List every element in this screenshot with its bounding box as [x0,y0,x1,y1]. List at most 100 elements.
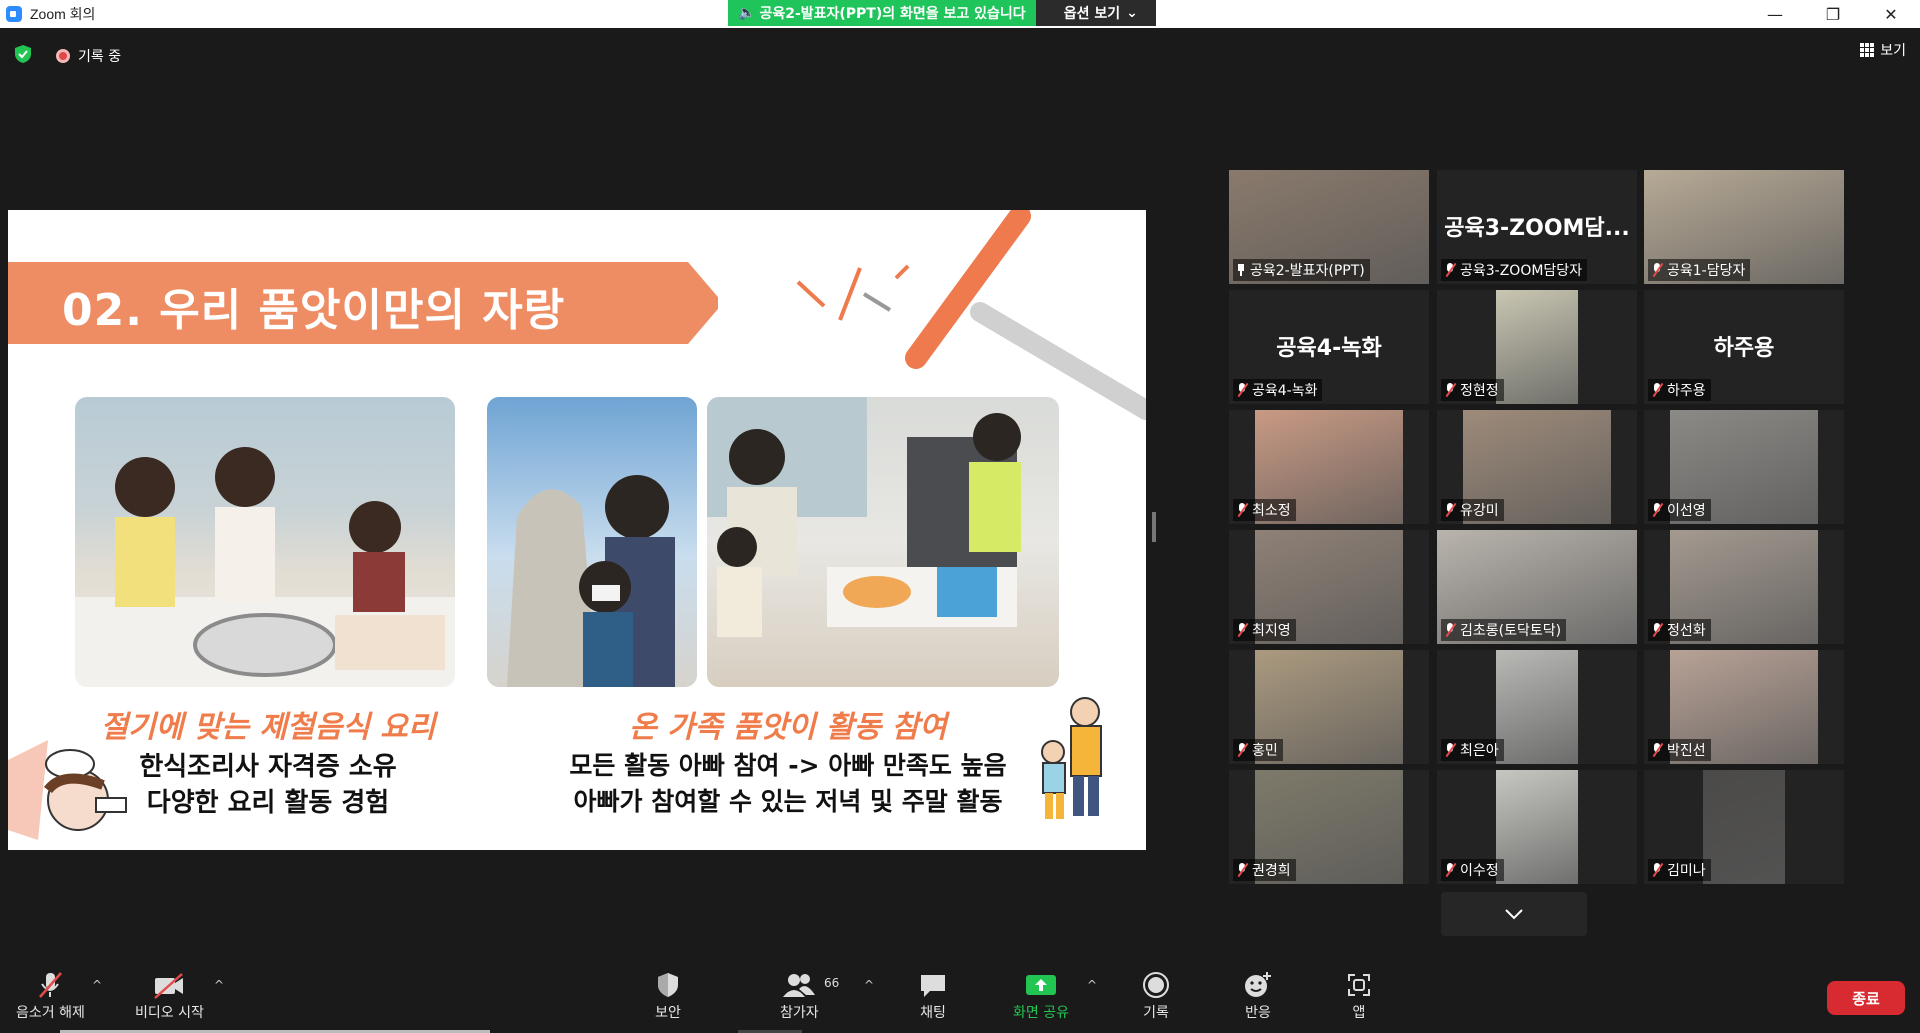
participants-count: 66 [824,976,840,990]
participant-name-label: 공육1-담당자 [1648,259,1751,281]
cooking-photo [75,397,455,687]
view-button[interactable]: 보기 [1860,40,1906,60]
participant-tile[interactable]: 최은아 [1437,650,1637,764]
unmute-button[interactable]: 음소거 해제 [16,970,85,1022]
participant-name: 정현정 [1460,383,1499,399]
mic-muted-icon [1444,263,1456,277]
participant-tile[interactable]: 정현정 [1437,290,1637,404]
participant-name-label: 김미나 [1648,859,1711,881]
window-controls: — ❐ ✕ [1746,0,1920,28]
participant-tile[interactable]: 최소정 [1229,410,1429,524]
participant-name-label: 공육4-녹화 [1233,379,1323,401]
participant-tile[interactable]: 최지영 [1229,530,1429,644]
participant-tile[interactable]: 공육3-ZOOM담... 공육3-ZOOM담당자 [1437,170,1637,284]
participant-tile[interactable]: 권경희 [1229,770,1429,884]
apps-label: 앱 [1352,1005,1366,1021]
mic-muted-icon [1444,503,1456,517]
slide-heading: 02. 우리 품앗이만의 자랑 [62,285,566,336]
minimize-button[interactable]: — [1746,0,1804,28]
mic-muted-icon [1236,503,1248,517]
participant-display-name: 공육4-녹화 [1276,336,1382,361]
participant-name: 이수정 [1460,863,1499,879]
title-bar: Zoom 회의 🔈 공육2-발표자(PPT)의 화면을 보고 있습니다 옵션 보… [0,0,1920,28]
mic-muted-icon [1444,743,1456,757]
end-meeting-button[interactable]: 종료 [1827,981,1905,1015]
participant-video [1496,290,1578,404]
recording-dot-icon [56,49,70,63]
participant-tile[interactable]: 하주용 하주용 [1644,290,1844,404]
participant-name: 김초롱(토닥토닥) [1460,623,1562,639]
share-screen-label: 화면 공유 [1013,1005,1069,1021]
participant-tile[interactable]: 김초롱(토닥토닥) [1437,530,1637,644]
audio-options-caret[interactable]: ^ [92,978,102,992]
cooking-photo-art [75,447,455,687]
recording-indicator[interactable]: 기록 중 [56,46,121,66]
participant-name-label: 정선화 [1648,619,1711,641]
participant-tile[interactable]: 공육2-발표자(PPT) [1229,170,1429,284]
emoji-add-icon [1242,970,1274,1000]
participant-name-label: 이선영 [1648,499,1711,521]
shared-screen-slide: 02. 우리 품앗이만의 자랑 절기에 맞는 제철음식 요리 한식조리사 자격증… [8,210,1146,850]
recording-label: 기록 중 [78,49,122,65]
participant-name-label: 공육2-발표자(PPT) [1233,259,1370,281]
record-icon [1142,970,1170,1000]
participant-name: 홍민 [1252,743,1278,759]
participant-name: 공육2-발표자(PPT) [1250,263,1365,279]
participant-tile[interactable]: 박진선 [1644,650,1844,764]
participant-name-label: 김초롱(토닥토닥) [1441,619,1567,641]
participant-name-label: 하주용 [1648,379,1711,401]
participant-name: 이선영 [1667,503,1706,519]
participant-display-name: 하주용 [1713,336,1775,361]
video-options-caret[interactable]: ^ [214,978,224,992]
participant-name-label: 유강미 [1441,499,1504,521]
encryption-shield-icon[interactable] [14,44,32,64]
participant-tile[interactable]: 이수정 [1437,770,1637,884]
start-video-label: 비디오 시작 [135,1005,204,1021]
participant-name: 정선화 [1667,623,1706,639]
participant-tile[interactable]: 공육4-녹화 공육4-녹화 [1229,290,1429,404]
participant-name: 유강미 [1460,503,1499,519]
participant-tile[interactable]: 김미나 [1644,770,1844,884]
share-options-caret[interactable]: ^ [1087,978,1097,992]
security-shield-icon [655,970,681,1000]
participant-name-label: 박진선 [1648,739,1711,761]
security-label: 보안 [655,1005,681,1021]
participant-tile[interactable]: 정선화 [1644,530,1844,644]
participant-tile[interactable]: 홍민 [1229,650,1429,764]
share-screen-button[interactable]: 화면 공유 [1013,970,1069,1022]
meeting-toolbar: 음소거 해제 ^ 비디오 시작 ^ 보안 참가자 66 ^ 채팅 화면 공유 ^ [0,950,1920,1033]
mic-muted-icon [1444,623,1456,637]
participant-tile[interactable]: 공육1-담당자 [1644,170,1844,284]
participant-tile[interactable]: 유강미 [1437,410,1637,524]
chat-button[interactable]: 채팅 [918,970,948,1022]
participant-video [1496,770,1578,884]
mic-muted-icon [1444,383,1456,397]
apps-button[interactable]: 앱 [1345,970,1373,1022]
participant-name: 박진선 [1667,743,1706,759]
participants-label: 참가자 [780,1005,819,1021]
reactions-button[interactable]: 반응 [1242,970,1274,1022]
start-video-button[interactable]: 비디오 시작 [135,970,204,1022]
participant-name: 최은아 [1460,743,1499,759]
participant-name-label: 최소정 [1233,499,1296,521]
next-page-button[interactable] [1441,892,1587,936]
mic-muted-icon [1651,863,1663,877]
participant-name-label: 권경희 [1233,859,1296,881]
participants-options-caret[interactable]: ^ [864,978,874,992]
close-button[interactable]: ✕ [1862,0,1920,28]
mic-muted-icon [1236,383,1248,397]
window-title: Zoom 회의 [30,6,96,22]
mountain-photo [487,397,697,687]
participants-button[interactable]: 참가자 [780,970,819,1022]
split-view-handle[interactable] [1152,512,1156,542]
record-button[interactable]: 기록 [1142,970,1170,1022]
chevron-down-icon [1505,909,1523,920]
maximize-button[interactable]: ❐ [1804,0,1862,28]
view-options-button[interactable]: 옵션 보기 ⌄ [1035,0,1156,26]
family-activity-photo [707,397,1059,687]
security-button[interactable]: 보안 [655,970,681,1022]
participants-icon [782,970,816,1000]
participant-tile[interactable]: 이선영 [1644,410,1844,524]
participant-video [1496,650,1578,764]
unmute-label: 음소거 해제 [16,1005,85,1021]
